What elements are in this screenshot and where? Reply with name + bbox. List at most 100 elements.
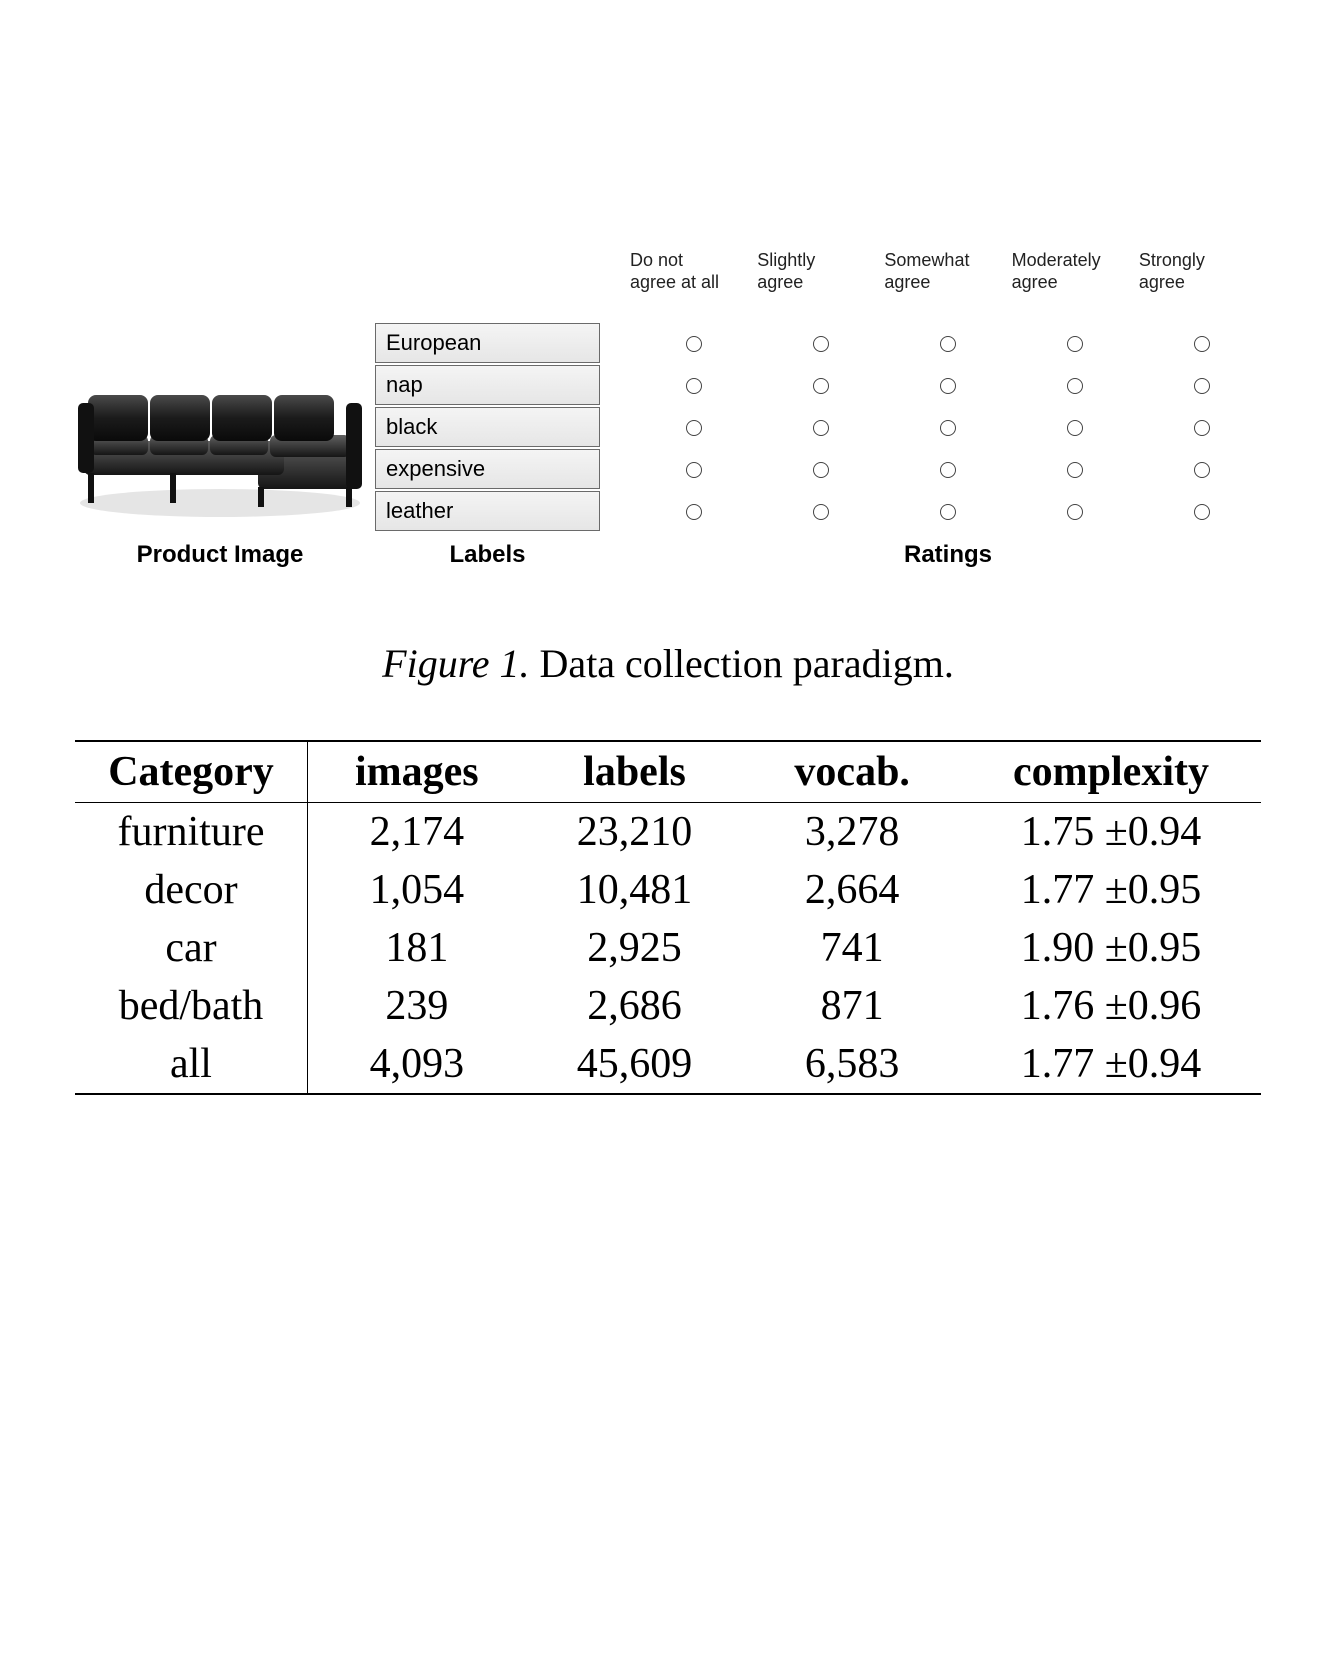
rating-header-cell: Moderately agree: [1012, 250, 1139, 293]
rating-cell: [1012, 420, 1139, 436]
label-text: European: [386, 330, 481, 356]
radio-icon[interactable]: [1067, 462, 1083, 478]
label-text: nap: [386, 372, 423, 398]
cell-complexity: 1.76 ±0.96: [961, 982, 1261, 1030]
radio-icon[interactable]: [686, 462, 702, 478]
radio-icon[interactable]: [940, 378, 956, 394]
cell-complexity: 1.75 ±0.94: [961, 808, 1261, 856]
rating-row: [630, 491, 1266, 533]
figure-number: Figure 1.: [382, 641, 529, 686]
radio-icon[interactable]: [686, 504, 702, 520]
rating-cell: [757, 378, 884, 394]
col-header-images: images: [308, 748, 526, 796]
rating-cell: [1139, 504, 1266, 520]
rating-row: [630, 365, 1266, 407]
ratings-column: Do not agree at all Slightly agree Somew…: [630, 250, 1266, 533]
cell-category: bed/bath: [75, 977, 308, 1035]
label-chip: European: [375, 323, 600, 363]
radio-icon[interactable]: [940, 462, 956, 478]
radio-icon[interactable]: [813, 462, 829, 478]
cell-vocab: 741: [743, 924, 961, 972]
rating-cell: [630, 462, 757, 478]
rating-cell: [1139, 462, 1266, 478]
cell-vocab: 871: [743, 982, 961, 1030]
cell-complexity: 1.90 ±0.95: [961, 924, 1261, 972]
radio-icon[interactable]: [940, 504, 956, 520]
rating-cell: [1139, 378, 1266, 394]
label-text: expensive: [386, 456, 485, 482]
caption-product-image: Product Image: [70, 541, 370, 569]
radio-icon[interactable]: [940, 420, 956, 436]
table-row: decor 1,054 10,481 2,664 1.77 ±0.95: [75, 861, 1261, 919]
rating-cell: [757, 462, 884, 478]
radio-icon[interactable]: [813, 504, 829, 520]
rating-header-cell: Do not agree at all: [630, 250, 757, 293]
panel-row: European nap black expensive leather Do …: [70, 250, 1266, 533]
radio-icon[interactable]: [1194, 378, 1210, 394]
rating-cell: [1012, 336, 1139, 352]
label-chip: leather: [375, 491, 600, 531]
panel-captions: Product Image Labels Ratings: [70, 541, 1266, 569]
radio-icon[interactable]: [686, 420, 702, 436]
ratings-header: Do not agree at all Slightly agree Somew…: [630, 250, 1266, 293]
radio-icon[interactable]: [1067, 504, 1083, 520]
cell-images: 2,174: [308, 808, 526, 856]
radio-icon[interactable]: [1067, 378, 1083, 394]
rating-cell: [757, 504, 884, 520]
radio-icon[interactable]: [813, 336, 829, 352]
table-row: car 181 2,925 741 1.90 ±0.95: [75, 919, 1261, 977]
radio-icon[interactable]: [813, 420, 829, 436]
col-header-vocab: vocab.: [743, 748, 961, 796]
radio-icon[interactable]: [1194, 420, 1210, 436]
rating-cell: [630, 378, 757, 394]
radio-icon[interactable]: [1067, 420, 1083, 436]
cell-category: all: [75, 1035, 308, 1093]
radio-icon[interactable]: [1067, 336, 1083, 352]
radio-icon[interactable]: [686, 378, 702, 394]
radio-icon[interactable]: [940, 336, 956, 352]
data-collection-panel: European nap black expensive leather Do …: [70, 250, 1266, 569]
radio-icon[interactable]: [1194, 336, 1210, 352]
radio-icon[interactable]: [686, 336, 702, 352]
rating-cell: [630, 420, 757, 436]
stats-table: Category images labels vocab. complexity…: [75, 740, 1261, 1095]
cell-labels: 2,686: [526, 982, 744, 1030]
rating-header-cell: Somewhat agree: [884, 250, 1011, 293]
radio-icon[interactable]: [813, 378, 829, 394]
cell-images: 4,093: [308, 1040, 526, 1088]
rating-row: [630, 449, 1266, 491]
ratings-body: [630, 323, 1266, 533]
radio-icon[interactable]: [1194, 504, 1210, 520]
label-text: leather: [386, 498, 453, 524]
table-header-row: Category images labels vocab. complexity: [75, 740, 1261, 803]
label-text: black: [386, 414, 437, 440]
sofa-icon: [70, 343, 370, 533]
rating-cell: [757, 420, 884, 436]
rating-cell: [1012, 462, 1139, 478]
label-chip: expensive: [375, 449, 600, 489]
cell-labels: 45,609: [526, 1040, 744, 1088]
radio-icon[interactable]: [1194, 462, 1210, 478]
cell-labels: 23,210: [526, 808, 744, 856]
table-row: furniture 2,174 23,210 3,278 1.75 ±0.94: [75, 803, 1261, 861]
cell-images: 239: [308, 982, 526, 1030]
label-chip: nap: [375, 365, 600, 405]
rating-cell: [1012, 504, 1139, 520]
cell-category: car: [75, 919, 308, 977]
cell-images: 1,054: [308, 866, 526, 914]
table-row: all 4,093 45,609 6,583 1.77 ±0.94: [75, 1035, 1261, 1095]
rating-header-cell: Strongly agree: [1139, 250, 1266, 293]
rating-cell: [884, 336, 1011, 352]
rating-cell: [1139, 420, 1266, 436]
cell-complexity: 1.77 ±0.94: [961, 1040, 1261, 1088]
product-image-column: [70, 303, 370, 533]
cell-complexity: 1.77 ±0.95: [961, 866, 1261, 914]
rating-header-cell: Slightly agree: [757, 250, 884, 293]
labels-column: European nap black expensive leather: [375, 323, 600, 533]
table-body: furniture 2,174 23,210 3,278 1.75 ±0.94 …: [75, 803, 1261, 1095]
cell-labels: 2,925: [526, 924, 744, 972]
rating-cell: [884, 462, 1011, 478]
cell-vocab: 6,583: [743, 1040, 961, 1088]
rating-row: [630, 407, 1266, 449]
rating-cell: [630, 504, 757, 520]
